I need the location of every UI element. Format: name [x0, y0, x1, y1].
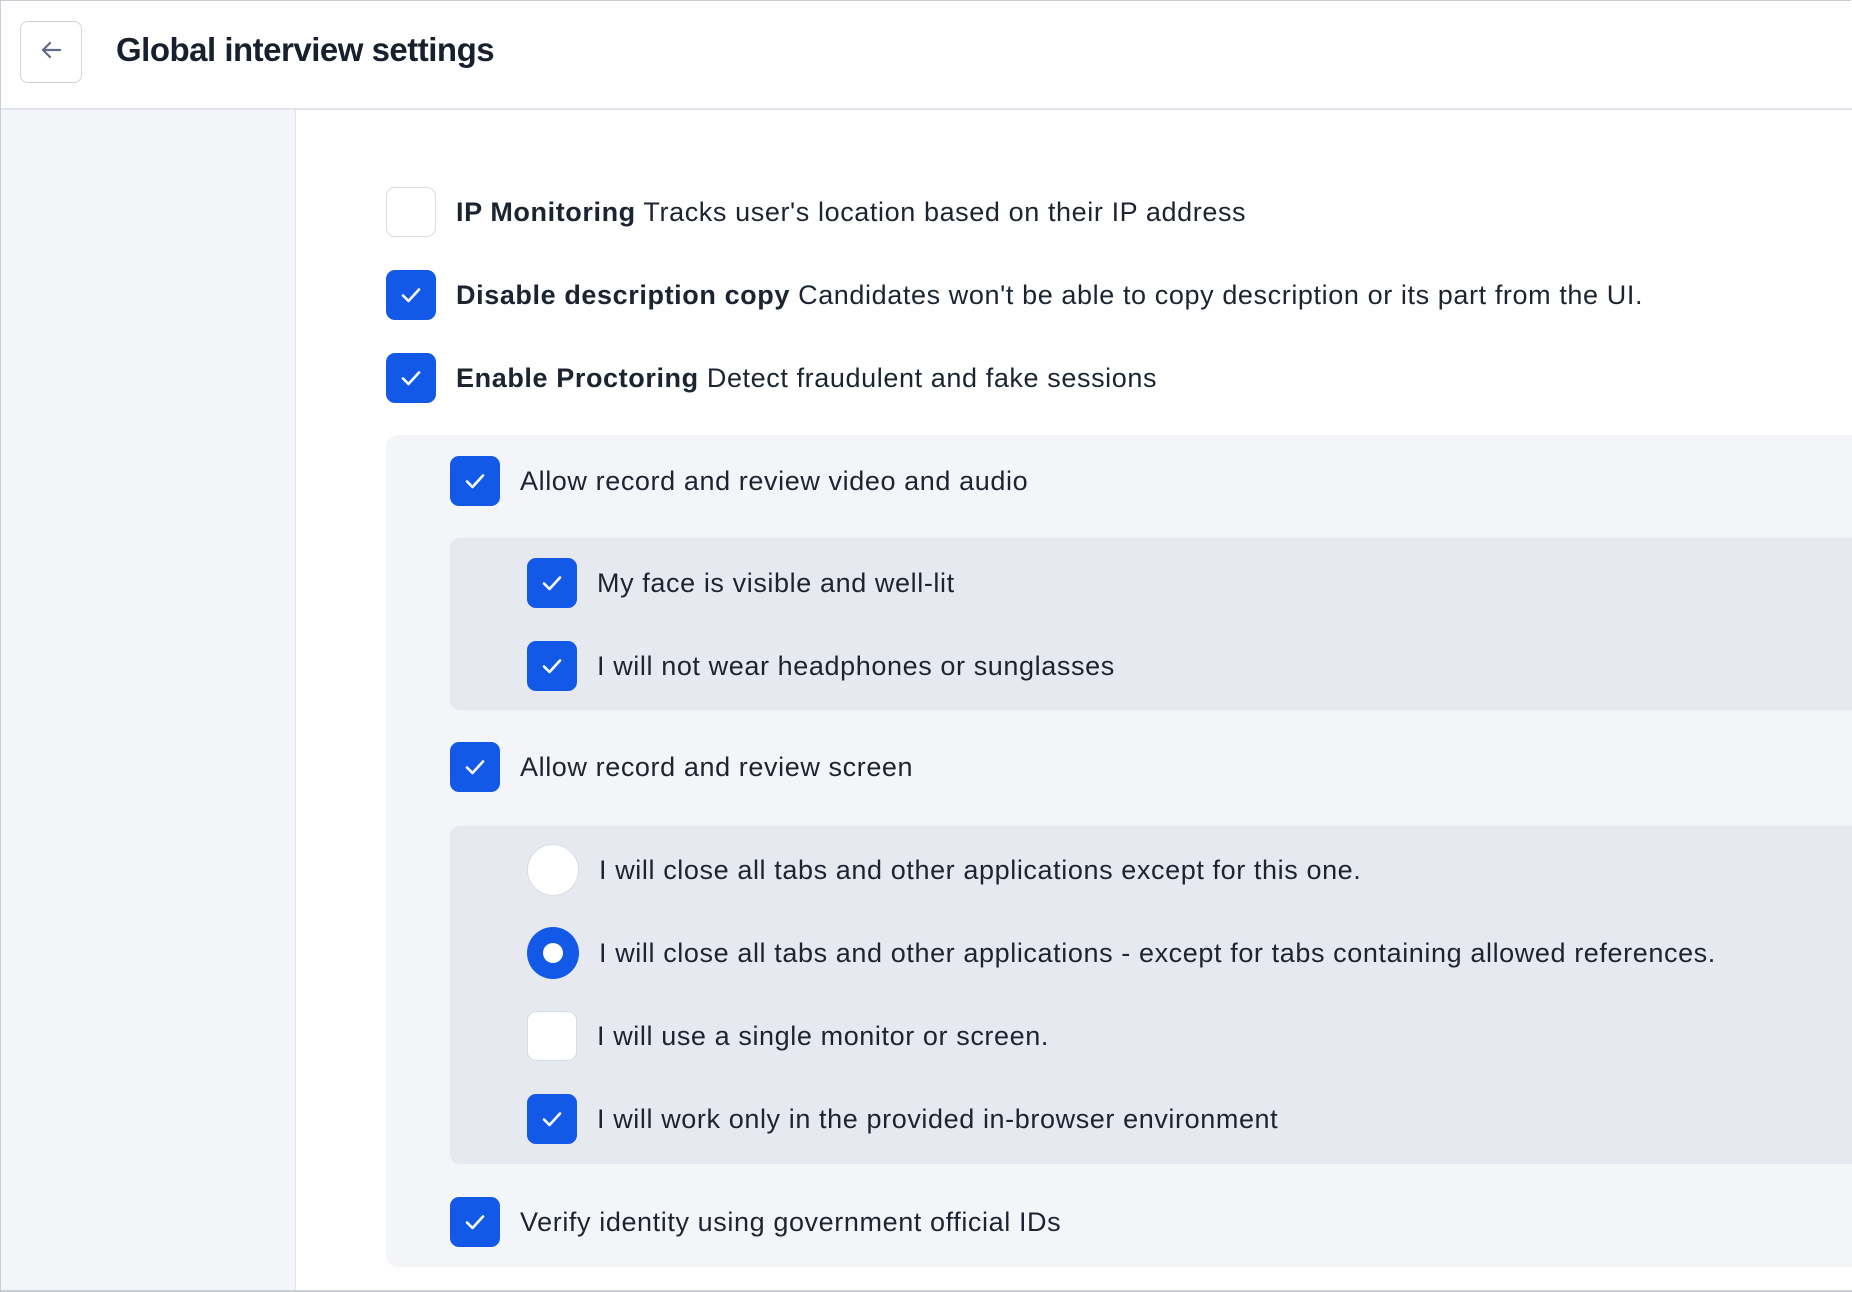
screen-rule-single-monitor[interactable]: I will use a single monitor or screen. [527, 1010, 1049, 1062]
option-verify-identity[interactable]: Verify identity using government officia… [450, 1196, 1061, 1248]
back-button[interactable] [20, 21, 82, 83]
screen-checkbox[interactable] [450, 742, 500, 792]
sidebar [1, 110, 296, 1290]
setting-ip-monitoring[interactable]: IP Monitoring Tracks user's location bas… [386, 186, 1246, 238]
check-icon [542, 659, 562, 674]
page-header: Global interview settings [1, 1, 1852, 110]
video-audio-checkbox[interactable] [450, 456, 500, 506]
setting-disable-description-copy[interactable]: Disable description copy Candidates won'… [386, 269, 1643, 321]
option-label: I will close all tabs and other applicat… [599, 854, 1362, 885]
page-title: Global interview settings [116, 31, 495, 68]
proctoring-checkbox[interactable] [386, 353, 436, 403]
option-label: Verify identity using government officia… [520, 1206, 1062, 1237]
in-browser-env-checkbox[interactable] [527, 1094, 577, 1144]
option-label: My face is visible and well-lit [597, 567, 955, 598]
disable-copy-checkbox[interactable] [386, 270, 436, 320]
screen-rule-close-all-tabs[interactable]: I will close all tabs and other applicat… [527, 844, 1361, 896]
option-label: Allow record and review video and audio [520, 465, 1029, 496]
ip-monitoring-checkbox[interactable] [386, 187, 436, 237]
option-label: I will not wear headphones or sunglasses [597, 650, 1115, 681]
face-visible-checkbox[interactable] [527, 558, 577, 608]
setting-title: Disable description copy [456, 279, 790, 310]
setting-description: Detect fraudulent and fake sessions [706, 362, 1158, 393]
check-icon [465, 474, 485, 489]
check-icon [465, 760, 485, 775]
no-headphones-checkbox[interactable] [527, 641, 577, 691]
check-icon [401, 288, 421, 303]
setting-description: Candidates won't be able to copy descrip… [798, 279, 1644, 310]
option-label: I will work only in the provided in-brow… [597, 1103, 1279, 1134]
video-rule-no-headphones[interactable]: I will not wear headphones or sunglasses [527, 640, 1115, 692]
close-all-tabs-radio[interactable] [527, 844, 579, 896]
verify-identity-checkbox[interactable] [450, 1197, 500, 1247]
setting-title: Enable Proctoring [456, 362, 699, 393]
option-label: I will close all tabs and other applicat… [599, 937, 1716, 968]
check-icon [542, 576, 562, 591]
option-video-audio[interactable]: Allow record and review video and audio [450, 455, 1028, 507]
video-rule-face-visible[interactable]: My face is visible and well-lit [527, 557, 955, 609]
setting-description: Tracks user's location based on their IP… [643, 196, 1247, 227]
check-icon [542, 1112, 562, 1127]
check-icon [401, 371, 421, 386]
check-icon [465, 1215, 485, 1230]
arrow-left-icon [38, 37, 64, 68]
screen-rule-in-browser-env[interactable]: I will work only in the provided in-brow… [527, 1093, 1278, 1145]
setting-enable-proctoring[interactable]: Enable Proctoring Detect fraudulent and … [386, 352, 1157, 404]
option-label: Allow record and review screen [520, 751, 914, 782]
single-monitor-checkbox[interactable] [527, 1011, 577, 1061]
allowed-references-radio[interactable] [527, 927, 579, 979]
option-label: I will use a single monitor or screen. [597, 1020, 1049, 1051]
screen-rule-allowed-references[interactable]: I will close all tabs and other applicat… [527, 927, 1716, 979]
setting-title: IP Monitoring [456, 196, 636, 227]
option-screen[interactable]: Allow record and review screen [450, 741, 913, 793]
